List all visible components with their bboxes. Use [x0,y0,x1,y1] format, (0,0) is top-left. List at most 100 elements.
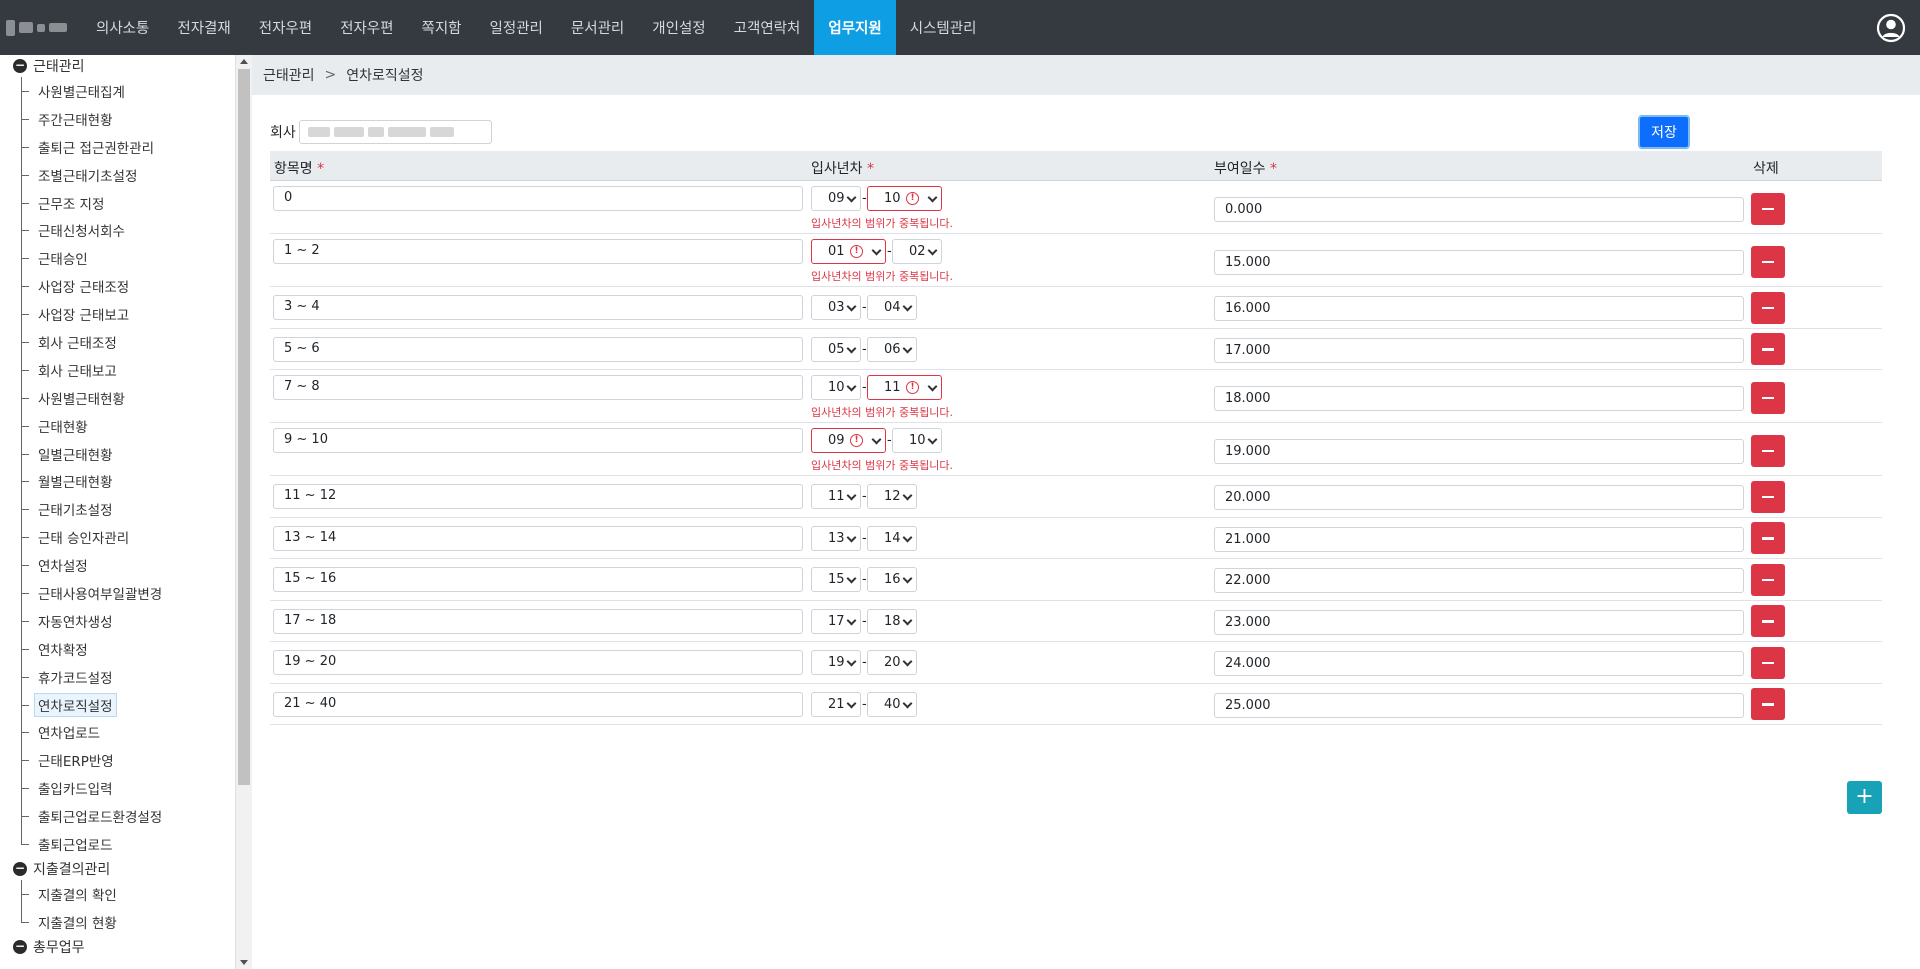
delete-row-button[interactable] [1751,480,1785,513]
grant-days-input[interactable]: 18.000 [1214,386,1744,411]
sidebar-item[interactable]: 연차업로드 [0,718,235,747]
sidebar-item[interactable]: 근태신청서회수 [0,216,235,245]
grant-days-input[interactable]: 17.000 [1214,337,1744,363]
delete-row-button[interactable] [1751,563,1785,596]
item-name-input[interactable]: 3 ~ 4 [273,295,803,320]
delete-row-button[interactable] [1751,646,1785,679]
grant-days-input[interactable]: 25.000 [1214,692,1744,718]
year-select[interactable]: 09! [811,428,886,453]
sidebar-item[interactable]: 주간근태현황 [0,104,235,133]
year-select[interactable]: 21 [811,691,861,717]
sidebar-item[interactable]: 근태사용여부일괄변경 [0,579,235,607]
item-name-input[interactable]: 0 [273,186,803,211]
sidebar-item[interactable]: 출퇴근 접근권한관리 [0,132,235,161]
year-select[interactable]: 18 [867,608,917,634]
sidebar-item[interactable]: 근태기초설정 [0,495,235,524]
year-select[interactable]: 11! [867,375,942,400]
year-select[interactable]: 09 [811,186,861,211]
delete-row-button[interactable] [1751,291,1785,324]
year-select[interactable]: 13 [811,525,861,551]
nav-item[interactable]: 쪽지함 [408,0,476,55]
nav-item[interactable]: 고객연락처 [720,0,815,55]
sidebar-item[interactable]: 휴가코드설정 [0,662,235,691]
sidebar-item[interactable]: 연차로직설정 [0,690,235,719]
nav-item[interactable]: 개인설정 [638,0,719,55]
year-select[interactable]: 15 [811,567,861,592]
sidebar-item[interactable]: 사원별근태현황 [0,383,235,412]
year-select[interactable]: 10! [867,186,942,211]
sidebar-group-general[interactable]: − 총무업무 [0,936,235,958]
sidebar-item[interactable]: 회사 근태조정 [0,328,235,356]
nav-item[interactable]: 전자결재 [163,0,244,55]
grant-days-input[interactable]: 23.000 [1214,609,1744,635]
sidebar-item[interactable]: 조별근태기초설정 [0,160,235,189]
sidebar-item[interactable]: 사업장 근태조정 [0,272,235,301]
delete-row-button[interactable] [1751,245,1785,278]
sidebar-item[interactable]: 출퇴근업로드환경설정 [0,802,235,830]
year-select[interactable]: 14 [867,525,917,551]
sidebar-item[interactable]: 회사 근태보고 [0,355,235,384]
delete-row-button[interactable] [1751,522,1785,555]
nav-item[interactable]: 일정관리 [476,0,557,55]
nav-item[interactable]: 시스템관리 [896,0,991,55]
sidebar-scrollbar[interactable] [236,55,252,969]
grant-days-input[interactable]: 20.000 [1214,485,1744,511]
sidebar-item[interactable]: 일별근태현황 [0,439,235,468]
item-name-input[interactable]: 11 ~ 12 [273,484,803,509]
sidebar-item[interactable]: 연차확정 [0,634,235,663]
grant-days-input[interactable]: 22.000 [1214,568,1744,594]
sidebar-item[interactable]: 월별근태현황 [0,467,235,496]
year-select[interactable]: 03 [811,295,861,320]
nav-item[interactable]: 의사소통 [82,0,163,55]
grant-days-input[interactable]: 21.000 [1214,526,1744,552]
item-name-input[interactable]: 13 ~ 14 [273,525,803,551]
delete-row-button[interactable] [1751,688,1785,721]
item-name-input[interactable]: 5 ~ 6 [273,336,803,362]
year-select[interactable]: 16 [867,567,917,592]
logo[interactable] [0,0,82,55]
sidebar-item[interactable]: 출입카드입력 [0,774,235,803]
year-select[interactable]: 17 [811,608,861,634]
year-select[interactable]: 10 [892,428,942,453]
add-row-button[interactable]: + [1847,781,1882,814]
year-select[interactable]: 04 [867,295,917,320]
grant-days-input[interactable]: 0.000 [1214,197,1744,222]
sidebar-item[interactable]: 연차설정 [0,551,235,579]
year-select[interactable]: 05 [811,336,861,362]
scroll-down-icon[interactable] [240,960,248,965]
item-name-input[interactable]: 1 ~ 2 [273,239,803,264]
year-select[interactable]: 19 [811,650,861,675]
delete-row-button[interactable] [1751,605,1785,638]
year-select[interactable]: 01! [811,239,886,264]
breadcrumb-parent[interactable]: 근태관리 [263,65,315,85]
delete-row-button[interactable] [1751,192,1785,225]
grant-days-input[interactable]: 24.000 [1214,651,1744,677]
year-select[interactable]: 11 [811,484,861,509]
grant-days-input[interactable]: 16.000 [1214,296,1744,322]
grant-days-input[interactable]: 19.000 [1214,439,1744,464]
nav-item[interactable]: 전자우편 [326,0,407,55]
sidebar-item[interactable]: 사원별근태집계 [0,77,235,105]
item-name-input[interactable]: 7 ~ 8 [273,375,803,400]
sidebar-item[interactable]: 근태ERP반영 [0,746,235,775]
sidebar-item[interactable]: 자동연차생성 [0,606,235,635]
sidebar-item[interactable]: 근태 승인자관리 [0,523,235,552]
sidebar-item[interactable]: 근무조 지정 [0,188,235,217]
delete-row-button[interactable] [1751,333,1785,366]
nav-item[interactable]: 전자우편 [245,0,326,55]
scroll-up-icon[interactable] [240,59,248,64]
sidebar-group-attendance[interactable]: − 근태관리 [0,55,235,77]
item-name-input[interactable]: 9 ~ 10 [273,428,803,453]
nav-item[interactable]: 문서관리 [557,0,638,55]
sidebar-item[interactable]: 출퇴근업로드 [0,830,235,858]
item-name-input[interactable]: 17 ~ 18 [273,608,803,634]
scroll-thumb[interactable] [238,69,250,785]
nav-item[interactable]: 업무지원 [814,0,896,55]
sidebar-item[interactable]: 근태승인 [0,244,235,273]
item-name-input[interactable]: 15 ~ 16 [273,567,803,592]
year-select[interactable]: 20 [867,650,917,675]
user-circle-icon[interactable] [1876,13,1906,43]
year-select[interactable]: 10 [811,375,861,400]
year-select[interactable]: 02 [892,239,942,264]
item-name-input[interactable]: 19 ~ 20 [273,650,803,675]
